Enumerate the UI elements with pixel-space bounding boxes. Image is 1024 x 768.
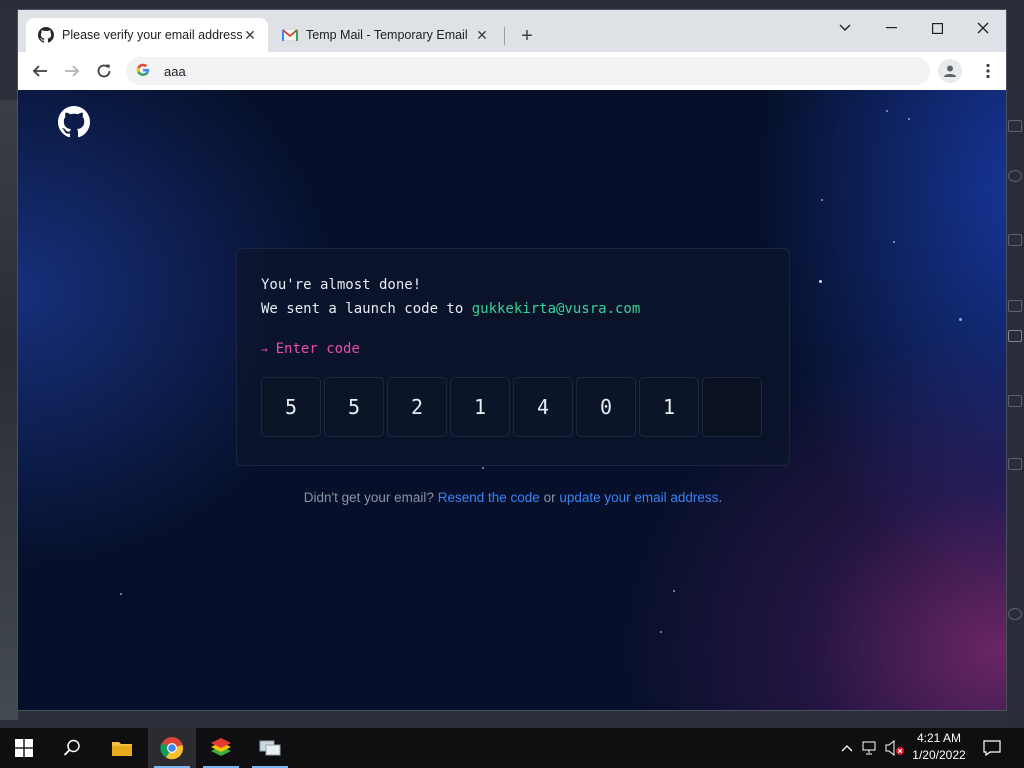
tab-search-chevron-icon[interactable] (822, 14, 868, 42)
menu-kebab-icon[interactable] (974, 57, 1002, 85)
volume-muted-icon[interactable] (884, 728, 906, 768)
desktop-top-strip (0, 0, 1024, 10)
email-address: gukkekirta@vusra.com (471, 301, 641, 317)
resend-footer: Didn't get your email? Resend the code o… (19, 490, 1006, 505)
page-content: You're almost done! We sent a launch cod… (18, 90, 1006, 710)
star (120, 593, 122, 595)
clock-time: 4:21 AM (916, 731, 962, 745)
tab-title: Temp Mail - Temporary Email (306, 28, 468, 42)
back-arrow-icon[interactable] (26, 57, 54, 85)
side-icon (1008, 395, 1022, 407)
notification-center-icon[interactable] (978, 728, 1006, 768)
profile-avatar-icon[interactable] (938, 59, 962, 83)
tab-verify-email[interactable]: Please verify your email address ✕ (26, 18, 268, 52)
side-icon (1008, 120, 1022, 132)
star (482, 467, 484, 469)
code-input-group: 5 5 2 1 4 0 1 (261, 377, 762, 437)
star (908, 118, 910, 120)
side-icon (1008, 330, 1022, 342)
footer-suffix: . (718, 490, 723, 505)
tab-temp-mail[interactable]: Temp Mail - Temporary Email ✕ (270, 18, 500, 52)
footer-middle: or (543, 490, 556, 505)
enter-code-prompt: → Enter code (261, 341, 360, 357)
start-icon[interactable] (0, 728, 48, 768)
code-digit-input[interactable] (702, 377, 762, 437)
side-icon (1008, 300, 1022, 312)
verify-card: You're almost done! We sent a launch cod… (236, 248, 790, 466)
star (819, 280, 822, 283)
browser-toolbar: aaa (18, 52, 1006, 91)
code-digit-input[interactable]: 5 (324, 377, 384, 437)
search-icon[interactable] (48, 728, 96, 768)
tab-title: Please verify your email address (62, 28, 242, 42)
close-tab-icon[interactable]: ✕ (474, 27, 490, 43)
enter-code-label: Enter code (275, 341, 360, 357)
network-app-icon[interactable] (246, 728, 294, 768)
bluestacks-icon[interactable] (197, 728, 245, 768)
code-digit-input[interactable]: 5 (261, 377, 321, 437)
close-window-button[interactable] (960, 14, 1006, 42)
code-digit-input[interactable]: 2 (387, 377, 447, 437)
chrome-icon[interactable] (148, 728, 196, 768)
side-icon (1008, 458, 1022, 470)
minimize-button[interactable] (868, 14, 914, 42)
browser-window: Please verify your email address ✕ Temp … (18, 10, 1006, 710)
star (821, 199, 823, 201)
resend-code-link[interactable]: Resend the code (438, 490, 540, 505)
close-tab-icon[interactable]: ✕ (242, 27, 258, 43)
show-hidden-icons-chevron-icon[interactable] (836, 728, 858, 768)
desktop-left-strip (0, 100, 18, 720)
star (886, 110, 888, 112)
almost-done-heading: You're almost done! (261, 277, 422, 293)
taskbar-clock[interactable]: 4:21 AM 1/20/2022 (904, 730, 974, 766)
code-digit-input[interactable]: 1 (639, 377, 699, 437)
network-tray-icon[interactable] (860, 728, 882, 768)
clock-date: 1/20/2022 (912, 748, 966, 762)
star (660, 631, 662, 633)
desktop-right-strip (1006, 0, 1024, 728)
update-email-link[interactable]: update your email address (559, 490, 718, 505)
taskbar: 4:21 AM 1/20/2022 (0, 728, 1024, 768)
code-digit-input[interactable]: 0 (576, 377, 636, 437)
github-icon (38, 27, 54, 43)
star (893, 241, 895, 243)
tab-strip: Please verify your email address ✕ Temp … (18, 10, 1006, 52)
forward-arrow-icon[interactable] (58, 57, 86, 85)
side-icon (1008, 234, 1022, 246)
sent-code-prefix: We sent a launch code to (261, 301, 472, 317)
address-bar-text: aaa (164, 63, 186, 79)
side-gear-icon (1008, 608, 1022, 620)
code-digit-input[interactable]: 1 (450, 377, 510, 437)
maximize-button[interactable] (914, 14, 960, 42)
star (673, 590, 675, 592)
star (959, 318, 962, 321)
file-explorer-icon[interactable] (98, 728, 146, 768)
github-logo-icon[interactable] (58, 106, 90, 138)
reload-icon[interactable] (90, 57, 118, 85)
gmail-envelope-icon (282, 27, 298, 43)
prompt-arrow-icon: → (261, 343, 268, 356)
google-g-icon (136, 63, 152, 79)
code-digit-input[interactable]: 4 (513, 377, 573, 437)
side-icon (1008, 170, 1022, 182)
sent-code-message: We sent a launch code to gukkekirta@vusr… (261, 301, 640, 317)
address-bar[interactable]: aaa (126, 57, 930, 85)
tab-separator (504, 27, 505, 45)
footer-prefix: Didn't get your email? (303, 490, 434, 505)
new-tab-button[interactable]: + (516, 25, 538, 47)
